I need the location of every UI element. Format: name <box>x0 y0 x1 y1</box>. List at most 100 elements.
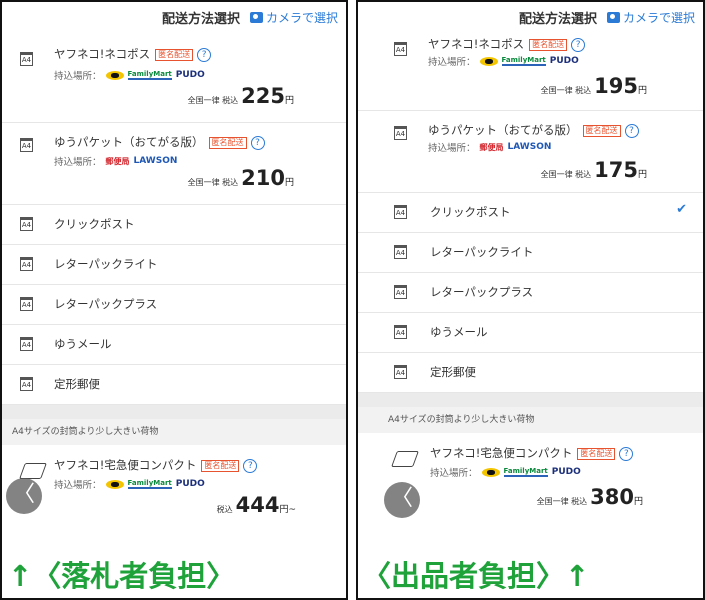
method-compact[interactable]: ヤフネコ!宅急便コンパクト 匿名配送? 持込場所： FamilyMart PUDO… <box>2 445 346 545</box>
kuroneko-logo-icon <box>481 467 500 477</box>
pudo-logo: PUDO <box>551 467 581 477</box>
price-unit: 円 <box>637 170 647 180</box>
method-name: ヤフネコ!宅急便コンパクト <box>54 458 197 472</box>
price-unit: 円 <box>284 178 294 188</box>
method-click-post[interactable]: A4 クリックポスト ✔ <box>358 192 703 233</box>
method-name: レターパックプラス <box>54 297 158 311</box>
method-yu-packet[interactable]: A4 ゆうパケット（おてがる版） 匿名配送? 持込場所： 郵便局 LAWSON 全… <box>2 122 346 205</box>
dropoff-label: 持込場所： <box>428 57 476 68</box>
caption-buyer-pays: ↑〈落札者負担〉 <box>8 559 236 593</box>
help-icon[interactable]: ? <box>624 123 639 138</box>
price-value: 195 <box>594 74 638 98</box>
method-yu-packet[interactable]: A4 ゆうパケット（おてがる版） 匿名配送? 持込場所： 郵便局 LAWSON 全… <box>358 110 703 193</box>
method-nekopos[interactable]: A4 ヤフネコ!ネコポス 匿名配送? 持込場所： FamilyMart PUDO … <box>358 32 703 111</box>
section-header: A4サイズの封筒より少し大きい荷物 <box>2 419 346 445</box>
familymart-logo: FamilyMart <box>503 467 548 477</box>
method-name: ゆうパケット（おてがる版） <box>428 123 578 137</box>
header: 配送方法選択 カメラで選択 <box>358 2 703 32</box>
anonymous-tag: 匿名配送 <box>529 38 568 51</box>
kuroneko-logo-icon <box>479 56 498 66</box>
method-yu-mail[interactable]: A4 ゆうメール <box>358 312 703 353</box>
price-unit: 円~ <box>279 505 296 515</box>
method-letterpack-plus[interactable]: A4 レターパックプラス <box>358 272 703 313</box>
a4-icon: A4 <box>20 337 33 351</box>
help-icon[interactable]: ? <box>243 458 258 473</box>
camera-icon <box>606 11 620 23</box>
price-unit: 円 <box>637 86 647 96</box>
method-name: 定形郵便 <box>430 365 476 379</box>
lawson-logo: LAWSON <box>507 142 552 152</box>
method-yu-mail[interactable]: A4 ゆうメール <box>2 324 346 365</box>
box-icon <box>19 463 47 479</box>
a4-icon: A4 <box>394 245 407 259</box>
a4-icon: A4 <box>20 297 33 311</box>
method-name: 定形郵便 <box>54 377 100 391</box>
price-value: 444 <box>235 493 280 517</box>
caption-seller-pays: 〈出品者負担〉↑ <box>362 559 590 593</box>
price-value: 225 <box>241 84 285 108</box>
spacer <box>358 393 703 407</box>
dropoff: 持込場所： 郵便局 LAWSON <box>54 154 177 168</box>
back-button[interactable]: 〈 <box>6 478 42 514</box>
method-letterpack-plus[interactable]: A4 レターパックプラス <box>2 284 346 325</box>
method-letterpack-light[interactable]: A4 レターパックライト <box>2 244 346 285</box>
a4-icon: A4 <box>20 377 33 391</box>
lawson-logo: LAWSON <box>133 156 178 166</box>
method-click-post[interactable]: A4 クリックポスト <box>2 204 346 245</box>
method-nekopos[interactable]: A4 ヤフネコ!ネコポス 匿名配送? 持込場所： FamilyMart PUDO … <box>2 36 346 123</box>
pudo-logo: PUDO <box>549 56 579 66</box>
anonymous-tag: 匿名配送 <box>201 459 240 472</box>
price: 税込 444 円~ <box>217 493 296 517</box>
camera-label: カメラで選択 <box>622 10 695 25</box>
price-label: 全国一律 税込 <box>187 96 239 105</box>
camera-select-button[interactable]: カメラで選択 <box>249 9 338 26</box>
camera-select-button[interactable]: カメラで選択 <box>606 9 695 26</box>
a4-icon: A4 <box>394 42 407 56</box>
a4-icon: A4 <box>20 138 33 152</box>
method-name: ゆうパケット（おてがる版） <box>54 135 204 149</box>
japanpost-logo: 郵便局 <box>479 142 504 152</box>
anonymous-tag: 匿名配送 <box>155 48 194 61</box>
help-icon[interactable]: ? <box>250 135 265 150</box>
dropoff-label: 持込場所： <box>54 71 102 82</box>
dropoff-label: 持込場所： <box>54 480 102 491</box>
method-name: ゆうメール <box>430 325 488 339</box>
price: 全国一律 税込 210 円 <box>188 166 294 190</box>
help-icon[interactable]: ? <box>197 47 212 62</box>
price-value: 210 <box>241 166 285 190</box>
pudo-logo: PUDO <box>175 70 205 80</box>
method-letterpack-light[interactable]: A4 レターパックライト <box>358 232 703 273</box>
price-label: 全国一律 税込 <box>540 86 592 95</box>
kuroneko-logo-icon <box>105 70 124 80</box>
dropoff: 持込場所： 郵便局 LAWSON <box>428 140 551 154</box>
page-title: 配送方法選択 <box>518 11 597 27</box>
price-unit: 円 <box>284 96 294 106</box>
method-name: ゆうメール <box>54 337 112 351</box>
price-label: 全国一律 税込 <box>536 497 588 506</box>
help-icon[interactable]: ? <box>571 37 586 52</box>
kuroneko-logo-icon <box>105 479 124 489</box>
method-teikei[interactable]: A4 定形郵便 <box>358 352 703 393</box>
japanpost-logo: 郵便局 <box>105 156 130 166</box>
section-header: A4サイズの封筒より少し大きい荷物 <box>358 407 703 433</box>
page-title: 配送方法選択 <box>161 11 240 27</box>
help-icon[interactable]: ? <box>619 446 634 461</box>
method-name: ヤフネコ!ネコポス <box>54 47 151 61</box>
method-teikei[interactable]: A4 定形郵便 <box>2 364 346 405</box>
a4-icon: A4 <box>394 205 407 219</box>
anonymous-tag: 匿名配送 <box>582 124 621 137</box>
camera-label: カメラで選択 <box>265 10 338 25</box>
price-label: 税込 <box>216 505 233 514</box>
a4-icon: A4 <box>20 217 33 231</box>
header: 配送方法選択 カメラで選択 <box>2 2 346 32</box>
price-label: 全国一律 税込 <box>540 170 592 179</box>
price-value: 175 <box>594 158 638 182</box>
dropoff: 持込場所： FamilyMart PUDO <box>428 54 579 68</box>
dropoff-label: 持込場所： <box>430 468 478 479</box>
a4-icon: A4 <box>20 257 33 271</box>
back-button[interactable]: 〈 <box>384 482 420 518</box>
price: 全国一律 税込 195 円 <box>541 74 647 98</box>
anonymous-tag: 匿名配送 <box>208 136 247 149</box>
familymart-logo: FamilyMart <box>501 56 546 66</box>
dropoff: 持込場所： FamilyMart PUDO <box>430 465 581 479</box>
